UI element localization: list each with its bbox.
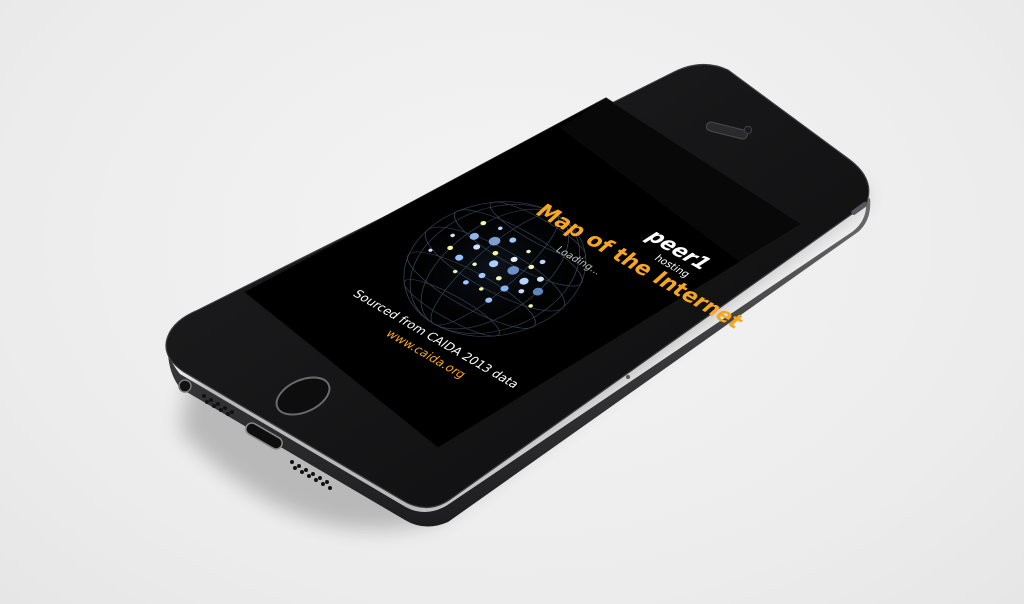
front-camera	[743, 125, 753, 135]
microphone-hole	[626, 375, 630, 379]
headphone-jack-icon	[178, 379, 192, 393]
phone-scene: peer1 hosting Map of the Internet Loadin…	[165, 63, 871, 530]
product-mockup-stage: peer1 hosting Map of the Internet Loadin…	[0, 0, 1024, 604]
